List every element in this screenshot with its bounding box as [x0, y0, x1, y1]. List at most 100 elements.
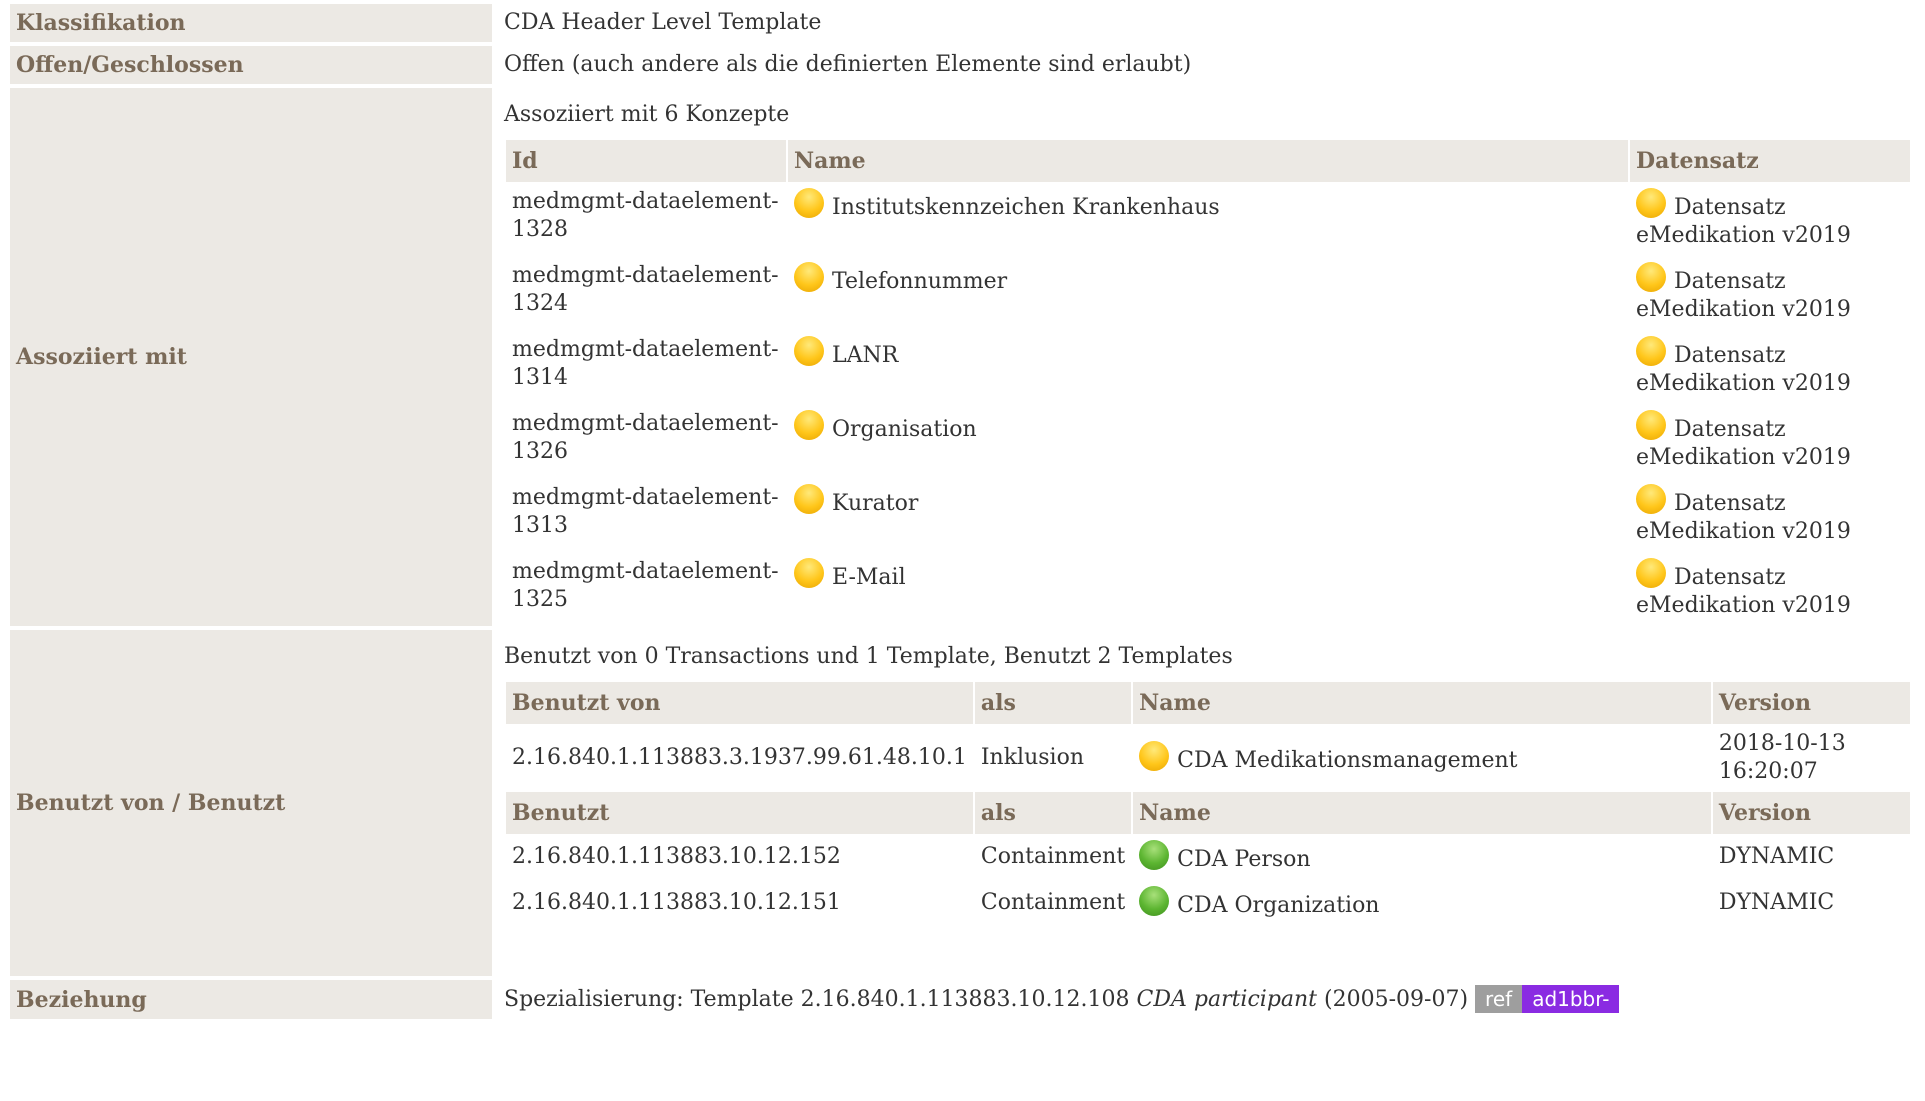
status-dot-icon: [1636, 188, 1666, 218]
benutzt-caption: Benutzt von 0 Transactions und 1 Templat…: [504, 644, 1233, 669]
assoziiert-content: Assoziiert mit 6 Konzepte Id Name Datens…: [492, 88, 1920, 626]
usage-name-cell[interactable]: CDA Medikationsmanagement: [1133, 724, 1711, 792]
label-benutzt-von: Benutzt von / Benutzt: [10, 630, 492, 976]
row-assoziiert-mit: Assoziiert mit Assoziiert mit 6 Konzepte…: [10, 88, 1920, 626]
concept-id: medmgmt-dataelement-1325: [512, 559, 779, 612]
status-dot-icon: [794, 484, 824, 514]
usage-table: Benutzt von als Name Version 2.16.840.1.…: [504, 682, 1912, 926]
concept-name-cell[interactable]: Institutskennzeichen Krankenhaus: [788, 182, 1628, 256]
concept-name-cell[interactable]: LANR: [788, 330, 1628, 404]
usage-header-von: Benutzt von als Name Version: [506, 682, 1910, 724]
template-details-table: Klassifikation CDA Header Level Template…: [10, 0, 1920, 1023]
beziehung-prefix: Spezialisierung: Template 2.16.840.1.113…: [504, 987, 1130, 1012]
col-header-name[interactable]: Name: [1133, 682, 1711, 724]
status-dot-icon: [794, 262, 824, 292]
value-klassifikation: CDA Header Level Template: [504, 10, 822, 35]
usage-row: 2.16.840.1.113883.10.12.151 Containment CD…: [506, 880, 1910, 926]
usage-als: Containment: [980, 844, 1126, 869]
usage-name[interactable]: CDA Organization: [1177, 893, 1379, 918]
col-header-name[interactable]: Name: [788, 140, 1628, 182]
concept-name[interactable]: LANR: [832, 343, 898, 368]
label-assoziiert-mit: Assoziiert mit: [10, 88, 492, 626]
ref-badge: ref: [1475, 985, 1523, 1013]
concept-name[interactable]: Organisation: [832, 417, 977, 442]
concept-name-cell[interactable]: E-Mail: [788, 552, 1628, 626]
usage-header-benutzt: Benutzt als Name Version: [506, 792, 1910, 834]
concept-name[interactable]: Telefonnummer: [832, 269, 1007, 294]
concept-name[interactable]: Kurator: [832, 491, 918, 516]
label-offen-geschlossen: Offen/Geschlossen: [10, 46, 492, 84]
status-dot-icon: [794, 410, 824, 440]
usage-version: DYNAMIC: [1718, 844, 1835, 869]
usage-version: DYNAMIC: [1718, 890, 1835, 915]
concept-id: medmgmt-dataelement-1324: [512, 263, 779, 316]
concept-row: medmgmt-dataelement-1314 LANR Datensatz eM…: [506, 330, 1910, 404]
status-dot-icon: [794, 188, 824, 218]
row-benutzt-von: Benutzt von / Benutzt Benutzt von 0 Tran…: [10, 630, 1920, 976]
concept-datensatz[interactable]: Datensatz eMedikation v2019: [1636, 343, 1851, 396]
value-offen-geschlossen: Offen (auch andere als die definierten E…: [504, 52, 1192, 77]
concept-name-cell[interactable]: Kurator: [788, 478, 1628, 552]
concept-name-cell[interactable]: Organisation: [788, 404, 1628, 478]
row-beziehung: Beziehung Spezialisierung: Template 2.16…: [10, 980, 1920, 1019]
col-header-version[interactable]: Version: [1712, 792, 1910, 834]
usage-oid: 2.16.840.1.113883.10.12.151: [512, 890, 841, 915]
value-beziehung: Spezialisierung: Template 2.16.840.1.113…: [492, 980, 1920, 1019]
usage-name[interactable]: CDA Medikationsmanagement: [1177, 748, 1517, 773]
concepts-table: Id Name Datensatz medmgmt-dataelement-13…: [504, 140, 1912, 626]
concept-datensatz-cell[interactable]: Datensatz eMedikation v2019: [1630, 330, 1910, 404]
benutzt-content: Benutzt von 0 Transactions und 1 Templat…: [492, 630, 1920, 976]
status-dot-icon: [1636, 336, 1666, 366]
status-dot-icon: [1139, 840, 1170, 870]
col-header-benutzt-von[interactable]: Benutzt von: [506, 682, 973, 724]
concept-row: medmgmt-dataelement-1313 Kurator Datensatz…: [506, 478, 1910, 552]
status-dot-icon: [794, 558, 824, 588]
usage-als: Containment: [980, 890, 1126, 915]
label-klassifikation: Klassifikation: [10, 4, 492, 42]
concept-datensatz-cell[interactable]: Datensatz eMedikation v2019: [1630, 552, 1910, 626]
col-header-als[interactable]: als: [974, 682, 1132, 724]
beziehung-template-link[interactable]: CDA participant: [1137, 987, 1318, 1012]
concept-name-cell[interactable]: Telefonnummer: [788, 256, 1628, 330]
concept-datensatz-cell[interactable]: Datensatz eMedikation v2019: [1630, 404, 1910, 478]
concept-id: medmgmt-dataelement-1313: [512, 485, 779, 538]
concept-datensatz[interactable]: Datensatz eMedikation v2019: [1636, 565, 1851, 618]
concept-datensatz[interactable]: Datensatz eMedikation v2019: [1636, 269, 1851, 322]
usage-name-cell[interactable]: CDA Organization: [1133, 880, 1711, 926]
col-header-datensatz[interactable]: Datensatz: [1630, 140, 1910, 182]
status-dot-icon: [1636, 410, 1666, 440]
beziehung-date: (2005-09-07): [1324, 987, 1469, 1012]
col-header-als[interactable]: als: [974, 792, 1132, 834]
status-dot-icon: [1139, 886, 1170, 916]
concept-id: medmgmt-dataelement-1326: [512, 411, 779, 464]
usage-als: Inklusion: [980, 745, 1084, 770]
concept-name[interactable]: E-Mail: [832, 565, 906, 590]
concept-row: medmgmt-dataelement-1328 Institutskennzei…: [506, 182, 1910, 256]
col-header-name[interactable]: Name: [1133, 792, 1711, 834]
col-header-id[interactable]: Id: [506, 140, 786, 182]
concept-name[interactable]: Institutskennzeichen Krankenhaus: [832, 195, 1220, 220]
row-klassifikation: Klassifikation CDA Header Level Template: [10, 4, 1920, 42]
usage-row: 2.16.840.1.113883.3.1937.99.61.48.10.1 In…: [506, 724, 1910, 792]
concept-row: medmgmt-dataelement-1324 Telefonnummer Dat…: [506, 256, 1910, 330]
usage-name-cell[interactable]: CDA Person: [1133, 834, 1711, 880]
label-beziehung: Beziehung: [10, 980, 492, 1019]
usage-oid: 2.16.840.1.113883.3.1937.99.61.48.10.1: [512, 745, 967, 770]
usage-name[interactable]: CDA Person: [1177, 847, 1310, 872]
usage-oid: 2.16.840.1.113883.10.12.152: [512, 844, 841, 869]
concept-datensatz-cell[interactable]: Datensatz eMedikation v2019: [1630, 256, 1910, 330]
usage-row: 2.16.840.1.113883.10.12.152 Containment CD…: [506, 834, 1910, 880]
concept-row: medmgmt-dataelement-1325 E-Mail Datensatz …: [506, 552, 1910, 626]
status-dot-icon: [1139, 741, 1170, 771]
concept-datensatz[interactable]: Datensatz eMedikation v2019: [1636, 491, 1851, 544]
concept-id: medmgmt-dataelement-1328: [512, 189, 779, 242]
concept-datensatz-cell[interactable]: Datensatz eMedikation v2019: [1630, 478, 1910, 552]
col-header-benutzt[interactable]: Benutzt: [506, 792, 973, 834]
concept-datensatz[interactable]: Datensatz eMedikation v2019: [1636, 195, 1851, 248]
status-dot-icon: [1636, 558, 1666, 588]
concept-datensatz[interactable]: Datensatz eMedikation v2019: [1636, 417, 1851, 470]
status-dot-icon: [1636, 484, 1666, 514]
row-offen-geschlossen: Offen/Geschlossen Offen (auch andere als…: [10, 46, 1920, 84]
col-header-version[interactable]: Version: [1712, 682, 1910, 724]
concept-datensatz-cell[interactable]: Datensatz eMedikation v2019: [1630, 182, 1910, 256]
